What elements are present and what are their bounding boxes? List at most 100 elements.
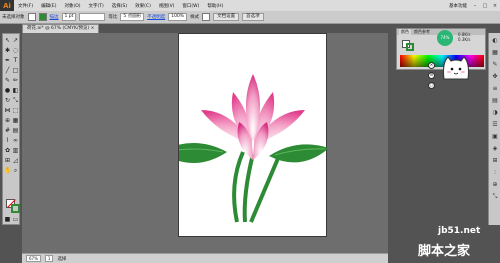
- gradient-tool-icon[interactable]: ▤: [12, 127, 19, 134]
- download-speed: 0.3K/s: [458, 37, 471, 42]
- watermark-sitename: 脚本之家: [418, 244, 471, 259]
- maximize-button[interactable]: □: [481, 2, 489, 10]
- speed-badge: 74%: [437, 30, 453, 46]
- graphic-styles-panel-icon[interactable]: ▣: [491, 133, 499, 140]
- stem-center: [242, 153, 255, 223]
- document-tab-label: 荷花.ai* @ 67% (CMYK/预览): [27, 26, 90, 31]
- transform-panel-icon[interactable]: ⤡: [491, 193, 499, 200]
- paintbrush-tool-icon[interactable]: ✎: [4, 77, 11, 84]
- style-label: 样式: [190, 15, 200, 20]
- menu-edit[interactable]: 编辑(E): [37, 3, 60, 9]
- menu-help[interactable]: 帮助(H): [203, 3, 227, 9]
- brushes-panel-icon[interactable]: ✎: [491, 61, 499, 68]
- menu-type[interactable]: 文字(T): [85, 3, 108, 9]
- lasso-tool-icon[interactable]: ◌: [12, 47, 19, 54]
- free-transform-tool-icon[interactable]: ⬚: [12, 107, 19, 114]
- pen-tool-icon[interactable]: ✒: [4, 57, 11, 64]
- symbol-sprayer-tool-icon[interactable]: ✿: [4, 147, 11, 154]
- status-selection: 选择: [57, 256, 67, 262]
- symbols-panel-icon[interactable]: ✤: [491, 73, 499, 80]
- slice-tool-icon[interactable]: ◿: [12, 157, 19, 164]
- artboard[interactable]: [159, 33, 329, 237]
- menu-file[interactable]: 文件(F): [14, 3, 37, 9]
- zoom-field[interactable]: 67%: [26, 255, 41, 262]
- align-panel-icon[interactable]: ⫶: [491, 169, 499, 176]
- hand-tool-icon[interactable]: ✋: [4, 167, 11, 174]
- line-tool-icon[interactable]: ╱: [4, 67, 11, 74]
- appearance-panel-icon[interactable]: ☰: [491, 121, 499, 128]
- menu-window[interactable]: 窗口(W): [178, 3, 203, 9]
- swatches-panel-icon[interactable]: ▦: [491, 49, 499, 56]
- scale-tool-icon[interactable]: ⤡: [12, 97, 19, 104]
- pathfinder-panel-icon[interactable]: ⊕: [491, 181, 499, 188]
- panel-stroke-swatch[interactable]: [406, 43, 414, 51]
- menu-object[interactable]: 对象(O): [60, 3, 84, 9]
- artboards-panel-icon[interactable]: ⊞: [491, 157, 499, 164]
- shape-builder-tool-icon[interactable]: ⊕: [4, 117, 11, 124]
- close-button[interactable]: ×: [491, 2, 499, 10]
- workspace-switcher[interactable]: 基本功能: [446, 3, 470, 9]
- right-panel-dock: ◐ ▦ ✎ ✤ ≡ ▤ ◑ ☰ ▣ ◈ ⊞ ⫶ ⊕ ⤡: [488, 33, 500, 225]
- control-bar: 未选择对象 描边 1 pt 等比 5 点圆形 不透明度 100% 样式 文档设置…: [0, 11, 500, 24]
- gradient-panel-icon[interactable]: ▤: [491, 97, 499, 104]
- direct-selection-tool-icon[interactable]: ↗: [12, 37, 19, 44]
- width-tool-icon[interactable]: ⋈: [4, 107, 11, 114]
- tab-color[interactable]: 颜色: [399, 29, 411, 35]
- eraser-tool-icon[interactable]: ◧: [12, 87, 19, 94]
- document-tab[interactable]: 荷花.ai* @ 67% (CMYK/预览) ×: [22, 24, 100, 33]
- transparency-panel-icon[interactable]: ◑: [491, 109, 499, 116]
- document-tab-bar: 荷花.ai* @ 67% (CMYK/预览) ×: [22, 24, 100, 33]
- artboard-tool-icon[interactable]: ⊞: [4, 157, 11, 164]
- close-tab-icon[interactable]: ×: [91, 26, 95, 31]
- opacity-link[interactable]: 不透明度: [147, 14, 165, 20]
- eyedropper-tool-icon[interactable]: ⌇: [4, 137, 11, 144]
- blob-brush-tool-icon[interactable]: ●: [4, 87, 11, 94]
- menu-bar: Ai 文件(F) 编辑(E) 对象(O) 文字(T) 选择(S) 效果(C) 视…: [0, 0, 500, 11]
- type-tool-icon[interactable]: T: [12, 57, 19, 64]
- selection-tool-icon[interactable]: ↖: [4, 37, 11, 44]
- menu-select[interactable]: 选择(S): [108, 3, 131, 9]
- stroke-link[interactable]: 描边: [50, 14, 59, 20]
- graph-tool-icon[interactable]: ▥: [12, 147, 19, 154]
- page-field[interactable]: 1: [44, 255, 54, 262]
- menu-effect[interactable]: 效果(C): [131, 3, 155, 9]
- fill-stroke-control[interactable]: [6, 199, 20, 213]
- stroke-swatch[interactable]: [38, 13, 47, 21]
- blend-tool-icon[interactable]: ∞: [12, 137, 19, 144]
- pencil-tool-icon[interactable]: ✏: [12, 77, 19, 84]
- perspective-grid-tool-icon[interactable]: ▦: [12, 117, 19, 124]
- fill-swatch[interactable]: [27, 13, 36, 21]
- tab-color-guide[interactable]: 颜色参考: [414, 29, 430, 35]
- magic-wand-tool-icon[interactable]: ✱: [4, 47, 11, 54]
- brush-definition-field[interactable]: 5 点圆形: [120, 13, 145, 21]
- tools-panel: ↖ ↗ ✱ ◌ ✒ T ╱ □ ✎ ✏ ● ◧ ↻ ⤡ ⋈ ⬚ ⊕ ▦ # ▤ …: [2, 33, 20, 225]
- color-panel-icon[interactable]: ◐: [491, 37, 499, 44]
- widget-info-icon[interactable]: ○: [428, 82, 435, 89]
- mesh-tool-icon[interactable]: #: [4, 127, 11, 134]
- cat-mascot-icon[interactable]: [440, 51, 472, 83]
- stroke-panel-icon[interactable]: ≡: [491, 85, 499, 92]
- selection-status: 未选择对象: [2, 15, 25, 20]
- lotus-artwork: [159, 74, 329, 223]
- profile-label: 等比: [108, 15, 118, 20]
- screen-mode-icon[interactable]: ▭: [12, 216, 19, 223]
- stroke-color-swatch[interactable]: [11, 204, 20, 213]
- widget-close-icon[interactable]: ×: [428, 62, 435, 69]
- minimize-button[interactable]: –: [471, 2, 479, 10]
- zoom-tool-icon[interactable]: ⌕: [12, 167, 19, 174]
- style-swatch[interactable]: [202, 13, 211, 21]
- color-mode-icon[interactable]: ■: [4, 216, 11, 223]
- widget-settings-icon[interactable]: ≡: [428, 72, 435, 79]
- status-bar: 67% 1 选择: [22, 253, 388, 263]
- layers-panel-icon[interactable]: ◈: [491, 145, 499, 152]
- variable-width-profile[interactable]: [79, 13, 106, 21]
- stroke-weight-field[interactable]: 1 pt: [61, 13, 77, 21]
- preferences-button[interactable]: 首选项: [242, 13, 264, 21]
- rectangle-tool-icon[interactable]: □: [12, 67, 19, 74]
- document-setup-button[interactable]: 文档设置: [213, 13, 240, 21]
- leaf-left: [159, 143, 227, 163]
- menu-view[interactable]: 视图(V): [155, 3, 179, 9]
- stem-left: [232, 151, 245, 223]
- rotate-tool-icon[interactable]: ↻: [4, 97, 11, 104]
- opacity-field[interactable]: 100%: [168, 13, 188, 21]
